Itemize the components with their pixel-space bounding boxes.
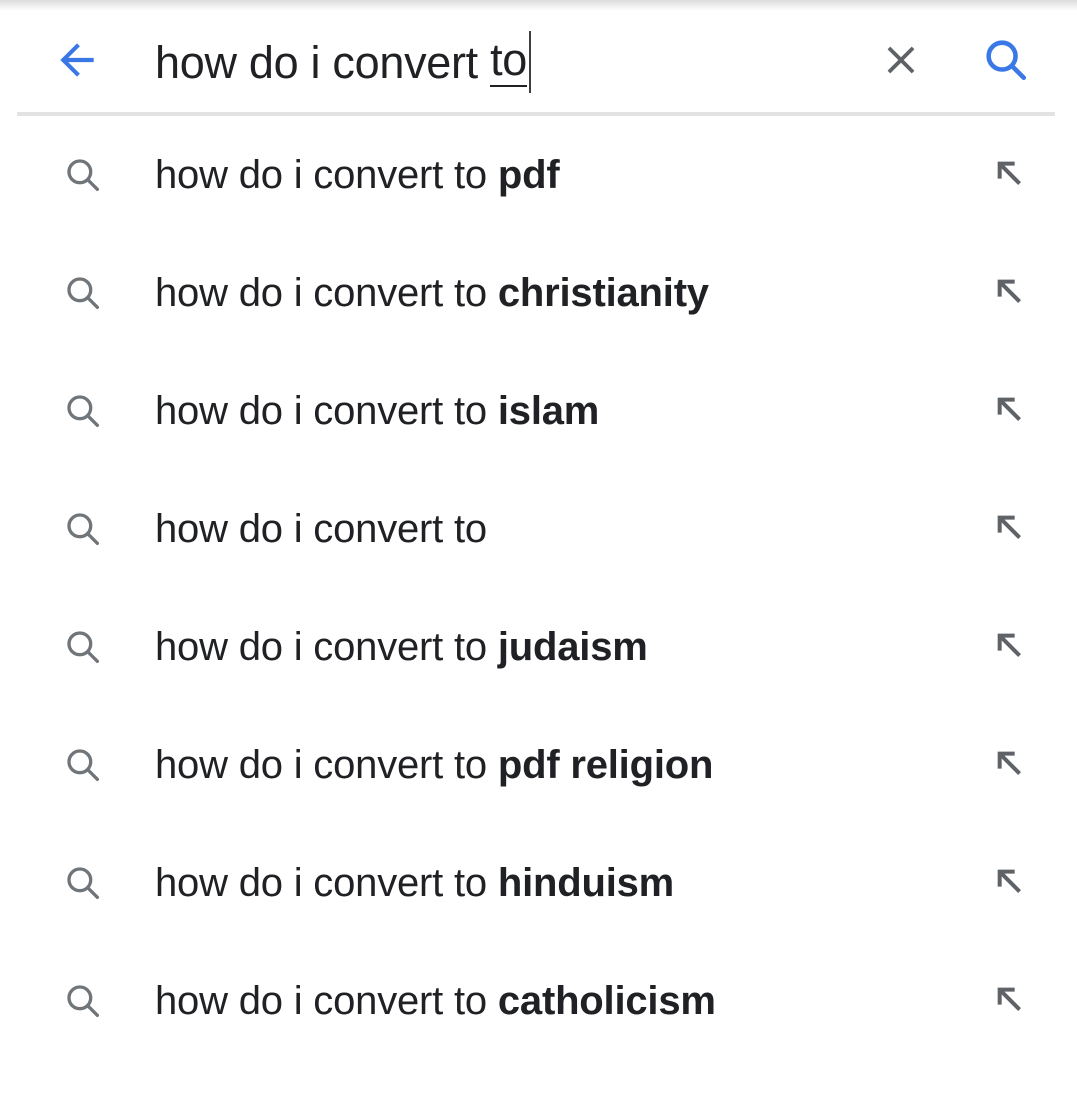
search-icon [60,388,106,434]
arrow-up-left-icon [989,271,1029,316]
arrow-up-left-icon [989,507,1029,552]
suggestion-list: how do i convert to pdf how do i convert… [0,116,1077,1060]
search-bar: how do i convert to [0,11,1077,113]
suggestion-prefix: how do i convert to [155,153,498,197]
insert-suggestion-button[interactable] [983,975,1035,1027]
back-button[interactable] [48,33,106,91]
suggestion-completion: judaism [497,625,648,669]
suggestion-text: how do i convert to pdf [155,153,560,197]
search-icon [60,152,106,198]
arrow-up-left-icon [989,153,1029,198]
insert-suggestion-button[interactable] [983,149,1035,201]
suggestion-prefix: how do i convert to [155,271,498,315]
suggestion-prefix: how do i convert to [155,861,498,905]
search-icon [60,978,106,1024]
suggestion-text: how do i convert to christianity [155,272,709,314]
arrow-up-left-icon [989,743,1029,788]
search-submit-button[interactable] [977,33,1035,91]
insert-suggestion-button[interactable] [983,857,1035,909]
suggestion-row[interactable]: how do i convert to [0,470,1077,588]
suggestion-row[interactable]: how do i convert to hinduism [0,824,1077,942]
suggestion-row[interactable]: how do i convert to christianity [0,234,1077,352]
suggestion-text: how do i convert to catholicism [155,980,716,1022]
arrow-back-icon [52,35,102,90]
suggestion-completion: pdf [497,153,560,197]
search-input[interactable]: how do i convert to [155,27,532,97]
search-input-composing-text: to [490,34,528,87]
arrow-up-left-icon [989,979,1029,1024]
insert-suggestion-button[interactable] [983,621,1035,673]
text-caret [529,31,532,93]
search-icon [60,860,106,906]
search-icon [980,34,1032,91]
close-icon [878,37,924,88]
suggestion-completion: hinduism [497,861,675,905]
arrow-up-left-icon [989,389,1029,434]
suggestion-completion: pdf religion [497,743,714,787]
arrow-up-left-icon [989,625,1029,670]
suggestion-prefix: how do i convert to [155,507,487,551]
search-icon [60,270,106,316]
search-icon [60,742,106,788]
search-suggestions-screen: how do i convert to how do i convert to … [0,0,1077,1093]
suggestion-completion: christianity [497,271,709,315]
clear-search-button[interactable] [873,34,929,90]
suggestion-text: how do i convert to judaism [155,626,648,668]
suggestion-prefix: how do i convert to [155,389,498,433]
suggestion-row[interactable]: how do i convert to pdf religion [0,706,1077,824]
suggestion-text: how do i convert to [155,508,487,550]
suggestion-prefix: how do i convert to [155,979,498,1023]
insert-suggestion-button[interactable] [983,503,1035,555]
suggestion-completion: islam [497,389,600,433]
search-icon [60,624,106,670]
suggestion-row[interactable]: how do i convert to islam [0,352,1077,470]
insert-suggestion-button[interactable] [983,267,1035,319]
status-bar-strip [0,0,1077,11]
search-input-committed-text: how do i convert [155,36,491,88]
suggestion-text: how do i convert to islam [155,390,599,432]
suggestion-text: how do i convert to hinduism [155,862,674,904]
suggestion-row[interactable]: how do i convert to judaism [0,588,1077,706]
arrow-up-left-icon [989,861,1029,906]
suggestion-prefix: how do i convert to [155,743,498,787]
search-icon [60,506,106,552]
insert-suggestion-button[interactable] [983,739,1035,791]
suggestion-row[interactable]: how do i convert to catholicism [0,942,1077,1060]
suggestion-completion: catholicism [497,979,716,1023]
suggestion-prefix: how do i convert to [155,625,498,669]
suggestion-row[interactable]: how do i convert to pdf [0,116,1077,234]
suggestion-text: how do i convert to pdf religion [155,744,713,786]
insert-suggestion-button[interactable] [983,385,1035,437]
